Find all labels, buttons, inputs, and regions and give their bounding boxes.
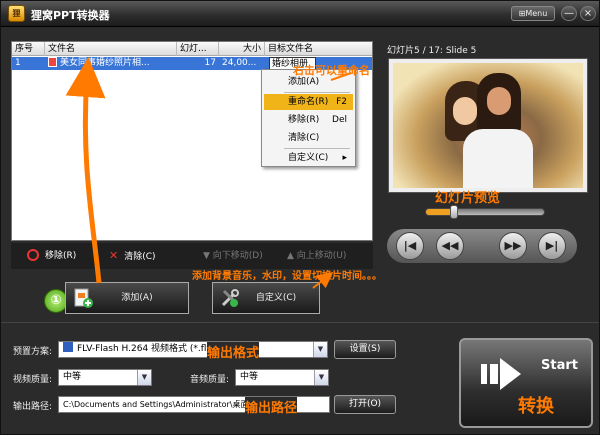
col-target[interactable]: 目标文件名 — [265, 42, 372, 56]
move-up-label: 向上移动(U) — [296, 251, 347, 261]
ctx-add-label: 添加(A) — [288, 77, 320, 87]
film-icon — [63, 342, 73, 352]
ctx-customize[interactable]: 自定义(C) ▸ — [264, 150, 353, 166]
ppt-file-icon — [48, 57, 57, 67]
ctx-divider — [284, 92, 350, 93]
ctx-clear-label: 清除(C) — [288, 133, 320, 143]
next-slide-button[interactable]: ▶▶ — [499, 232, 527, 260]
annotation-rename: 右击可以重命名 — [293, 64, 370, 77]
ctx-rename-label: 重命名(R) — [288, 97, 329, 107]
slide-preview-image — [393, 63, 583, 188]
annotation-preview: 幻灯片预览 — [435, 191, 501, 206]
start-convert-button[interactable]: Start 转换 — [459, 338, 593, 428]
photo-shirt — [463, 129, 533, 188]
row-size: 24,00... — [222, 58, 257, 68]
clear-button[interactable]: ✕ 清除(C) — [109, 247, 156, 265]
clear-label: 清除(C) — [124, 252, 156, 262]
settings-button[interactable]: 设置(S) — [334, 340, 396, 359]
col-filename[interactable]: 文件名 — [45, 42, 177, 56]
annotation-custom: 添加背景音乐，水印，设置切换片时间。。。 — [192, 271, 382, 282]
output-path-label: 输出路径: — [13, 402, 53, 412]
video-quality-label: 视频质量: — [13, 375, 53, 385]
audio-quality-select[interactable]: 中等 ▼ — [235, 369, 329, 386]
preview-title: 幻灯片5 / 17: Slide 5 — [387, 46, 477, 56]
title-bar[interactable]: 狸 狸窝PPT转换器 ⊞Menu — × — [1, 1, 599, 27]
ctx-remove-shortcut: Del — [332, 115, 347, 125]
list-toolbar: 移除(R) ✕ 清除(C) ▼ 向下移动(D) ▲ 向上移动(U) — [11, 243, 373, 269]
chevron-down-icon: ▼ — [137, 370, 151, 385]
output-path-value: C:\Documents and Settings\Administrator\… — [63, 400, 249, 409]
app-window: 狸 狸窝PPT转换器 ⊞Menu — × 序号 文件名 幻灯... 大小 目标文… — [0, 0, 600, 435]
audio-quality-label: 音频质量: — [190, 375, 230, 385]
photo-face — [487, 87, 511, 115]
slide-preview — [388, 58, 588, 193]
chevron-down-icon: ▼ — [313, 342, 327, 357]
add-button-label: 添加(A) — [121, 293, 153, 303]
convert-label: 转换 — [518, 396, 554, 417]
preset-select[interactable]: FLV-Flash H.264 视频格式 (*.flv) ▼ — [58, 341, 328, 358]
start-arrow-icon — [481, 358, 521, 390]
app-logo-icon: 狸 — [8, 5, 25, 22]
open-folder-button[interactable]: 打开(O) — [334, 395, 396, 414]
menu-button[interactable]: ⊞Menu — [511, 6, 555, 21]
clear-icon: ✕ — [109, 249, 119, 262]
video-quality-select[interactable]: 中等 ▼ — [58, 369, 152, 386]
preview-slider[interactable] — [425, 205, 545, 219]
preset-select-value: FLV-Flash H.264 视频格式 (*.flv) — [77, 344, 216, 354]
window-title: 狸窝PPT转换器 — [31, 9, 110, 22]
first-slide-button[interactable]: |◀ — [396, 232, 424, 260]
ctx-remove-label: 移除(R) — [288, 115, 320, 125]
photo-face — [453, 97, 477, 125]
customize-button-label: 自定义(C) — [255, 293, 297, 303]
file-list-header: 序号 文件名 幻灯... 大小 目标文件名 — [12, 42, 372, 56]
customize-button[interactable]: 自定义(C) — [212, 282, 320, 314]
row-index: 1 — [15, 58, 21, 68]
remove-icon — [27, 249, 39, 261]
preview-slider-thumb[interactable] — [450, 205, 458, 219]
row-slides: 17 — [204, 58, 216, 68]
menu-button-label: Menu — [525, 9, 548, 18]
arrow-up-icon: ▲ — [287, 251, 297, 261]
row-filename: 美女同事婚纱照片相... — [60, 58, 150, 68]
col-index[interactable]: 序号 — [12, 42, 45, 56]
prev-slide-button[interactable]: ◀◀ — [436, 232, 464, 260]
ctx-rename[interactable]: 重命名(R) F2 — [264, 94, 353, 110]
audio-quality-value: 中等 — [240, 372, 259, 382]
chevron-down-icon: ▼ — [314, 370, 328, 385]
row-filename-cell: 美女同事婚纱照片相... — [45, 57, 177, 70]
preset-label: 预置方案: — [13, 347, 53, 357]
arrow-down-icon: ▼ — [203, 251, 213, 261]
move-down-button[interactable]: ▼ 向下移动(D) — [203, 247, 263, 265]
ctx-customize-label: 自定义(C) — [288, 153, 329, 163]
minimize-button[interactable]: — — [561, 6, 577, 21]
ctx-clear[interactable]: 清除(C) — [264, 130, 353, 146]
close-button[interactable]: × — [580, 6, 596, 21]
context-menu: 添加(A) 重命名(R) F2 移除(R) Del 清除(C) 自定义(C) ▸ — [261, 69, 356, 167]
annotation-format: 输出格式 — [207, 342, 260, 361]
col-size[interactable]: 大小 — [219, 42, 265, 56]
move-up-button[interactable]: ▲ 向上移动(U) — [287, 247, 346, 265]
last-slide-button[interactable]: ▶| — [538, 232, 566, 260]
remove-button[interactable]: 移除(R) — [27, 247, 76, 265]
col-slides[interactable]: 幻灯... — [177, 42, 219, 56]
move-down-label: 向下移动(D) — [212, 251, 263, 261]
ctx-divider — [284, 148, 350, 149]
ctx-remove[interactable]: 移除(R) Del — [264, 112, 353, 128]
submenu-arrow-icon: ▸ — [342, 153, 347, 163]
start-label: Start — [541, 358, 578, 373]
remove-label: 移除(R) — [45, 251, 77, 261]
annotation-path: 输出路径 — [245, 397, 298, 416]
ctx-rename-shortcut: F2 — [336, 97, 347, 107]
video-quality-value: 中等 — [63, 372, 82, 382]
add-button[interactable]: 添加(A) — [65, 282, 189, 314]
